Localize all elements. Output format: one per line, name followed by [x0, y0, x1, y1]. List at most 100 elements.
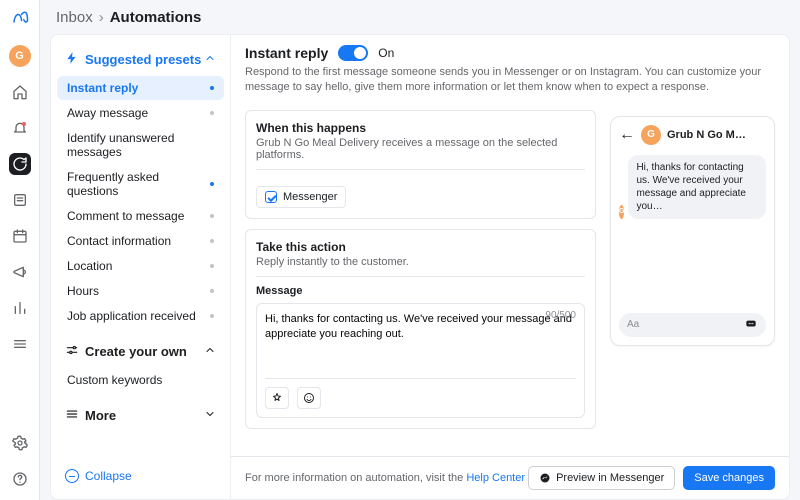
chevron-up-icon: [204, 344, 216, 359]
sidebar-item-label: Identify unanswered messages: [67, 131, 214, 159]
sidebar-item-label: Location: [67, 259, 112, 273]
section-label: Create your own: [85, 344, 187, 359]
platform-label: Messenger: [283, 191, 337, 203]
preview-message-bubble: Hi, thanks for contacting us. We've rece…: [628, 155, 766, 219]
section-label: More: [85, 408, 116, 423]
platform-messenger-chip[interactable]: Messenger: [256, 186, 346, 208]
status-dot: [210, 214, 214, 218]
status-dot: [210, 86, 214, 90]
trigger-card: When this happens Grub N Go Meal Deliver…: [245, 110, 596, 219]
chevron-down-icon: [204, 408, 216, 423]
preview-avatar: G: [641, 125, 661, 145]
action-card: Take this action Reply instantly to the …: [245, 229, 596, 429]
sidebar-item-faq[interactable]: Frequently asked questions: [57, 165, 224, 203]
sliders-icon: [65, 343, 79, 360]
automation-editor: Instant reply On Respond to the first me…: [230, 34, 790, 500]
checkbox-icon: [265, 191, 277, 203]
topbar: Inbox › Automations: [40, 0, 800, 34]
section-label: Suggested presets: [85, 52, 201, 67]
sidebar-item-label: Away message: [67, 106, 148, 120]
preview-bubble-avatar: G: [619, 205, 624, 219]
footer-text: For more information on automation, visi…: [245, 472, 525, 484]
status-dot: [210, 111, 214, 115]
collapse-icon: [65, 469, 79, 483]
chevron-right-icon: ›: [99, 9, 104, 26]
list-icon: [65, 407, 79, 424]
sidebar-item-away-message[interactable]: Away message: [57, 101, 224, 125]
sidebar-item-label: Frequently asked questions: [67, 170, 210, 198]
status-dot: [210, 182, 214, 186]
suggested-presets-section[interactable]: Suggested presets: [57, 45, 224, 74]
message-label: Message: [256, 285, 585, 297]
calendar-icon[interactable]: [9, 225, 31, 247]
posts-icon[interactable]: [9, 189, 31, 211]
char-count: 90/500: [545, 310, 576, 321]
preset-list: Instant reply Away message Identify unan…: [57, 76, 224, 329]
preview-business-name: Grub N Go M…: [667, 129, 766, 141]
automations-sidebar: Suggested presets Instant reply Away mes…: [50, 34, 230, 500]
ads-icon[interactable]: [9, 261, 31, 283]
sidebar-item-label: Job application received: [67, 309, 196, 323]
sidebar-item-identify-unanswered[interactable]: Identify unanswered messages: [57, 126, 224, 164]
sidebar-item-comment-to-message[interactable]: Comment to message: [57, 204, 224, 228]
enabled-toggle[interactable]: [338, 45, 368, 61]
automation-description: Respond to the first message someone sen…: [245, 65, 775, 96]
meta-logo[interactable]: [11, 10, 29, 31]
message-textarea[interactable]: 90/500 Hi, thanks for contacting us. We'…: [256, 303, 585, 418]
save-btn-label: Save changes: [694, 472, 764, 484]
preview-back-icon[interactable]: ←: [619, 127, 635, 143]
sidebar-item-job-application[interactable]: Job application received: [57, 304, 224, 328]
personalize-button[interactable]: [265, 387, 289, 409]
emoji-button[interactable]: [297, 387, 321, 409]
trigger-title: When this happens: [256, 121, 585, 135]
preview-input: Aa: [619, 313, 766, 337]
sidebar-item-label: Custom keywords: [67, 373, 162, 387]
preview-input-placeholder: Aa: [627, 319, 639, 330]
sidebar-item-hours[interactable]: Hours: [57, 279, 224, 303]
action-title: Take this action: [256, 240, 585, 254]
phone-preview: ← G Grub N Go M… G Hi, thanks for: [610, 110, 775, 448]
sidebar-item-contact-info[interactable]: Contact information: [57, 229, 224, 253]
avatar-initial: G: [15, 50, 24, 62]
sidebar-item-label: Comment to message: [67, 209, 184, 223]
action-subtitle: Reply instantly to the customer.: [256, 256, 585, 268]
bolt-icon: [65, 51, 79, 68]
sidebar-item-instant-reply[interactable]: Instant reply: [57, 76, 224, 100]
home-icon[interactable]: [9, 81, 31, 103]
status-dot: [210, 289, 214, 293]
account-avatar[interactable]: G: [9, 45, 31, 67]
help-center-link[interactable]: Help Center: [466, 472, 525, 484]
bell-icon[interactable]: [9, 117, 31, 139]
menu-icon[interactable]: [9, 333, 31, 355]
inbox-icon[interactable]: [9, 153, 31, 175]
editor-footer: For more information on automation, visi…: [231, 456, 789, 499]
preview-more-icon: [744, 316, 758, 333]
automation-title: Instant reply: [245, 45, 328, 61]
sidebar-item-label: Hours: [67, 284, 99, 298]
more-section[interactable]: More: [57, 401, 224, 430]
breadcrumb-current: Automations: [110, 9, 202, 26]
status-dot: [210, 239, 214, 243]
sidebar-item-label: Contact information: [67, 234, 171, 248]
status-dot: [210, 264, 214, 268]
left-rail: G: [0, 0, 40, 500]
create-your-own-section[interactable]: Create your own: [57, 337, 224, 366]
trigger-subtitle: Grub N Go Meal Delivery receives a messa…: [256, 137, 585, 161]
sidebar-item-custom-keywords[interactable]: Custom keywords: [57, 368, 224, 392]
sidebar-item-label: Instant reply: [67, 81, 138, 95]
collapse-sidebar-button[interactable]: Collapse: [57, 463, 224, 489]
toggle-state-label: On: [378, 46, 394, 60]
sidebar-item-location[interactable]: Location: [57, 254, 224, 278]
status-dot: [210, 314, 214, 318]
breadcrumb-parent[interactable]: Inbox: [56, 9, 93, 26]
message-text[interactable]: Hi, thanks for contacting us. We've rece…: [265, 312, 576, 368]
preview-btn-label: Preview in Messenger: [556, 472, 664, 484]
save-changes-button[interactable]: Save changes: [683, 466, 775, 490]
preview-in-messenger-button[interactable]: Preview in Messenger: [528, 466, 675, 490]
breadcrumb: Inbox › Automations: [56, 9, 201, 26]
settings-icon[interactable]: [9, 432, 31, 454]
insights-icon[interactable]: [9, 297, 31, 319]
help-icon[interactable]: [9, 468, 31, 490]
collapse-label: Collapse: [85, 469, 132, 483]
chevron-up-icon: [204, 52, 216, 67]
